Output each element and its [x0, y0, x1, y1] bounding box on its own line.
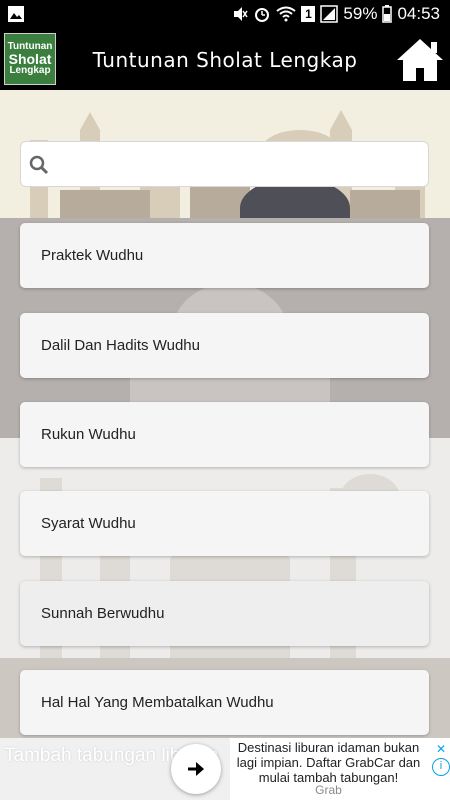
list-item[interactable]: Dalil Dan Hadits Wudhu	[20, 313, 429, 378]
ad-body-text[interactable]: Destinasi liburan idaman bukan lagi impi…	[232, 740, 425, 785]
list-item-label: Sunnah Berwudhu	[41, 605, 165, 622]
list-item[interactable]: Rukun Wudhu	[20, 402, 429, 467]
mute-icon	[234, 7, 249, 21]
app-title: Tuntunan Sholat Lengkap	[92, 48, 358, 72]
battery-percent: 59%	[343, 4, 378, 23]
arrow-right-icon	[188, 762, 204, 776]
alarm-icon	[255, 8, 270, 22]
search-bar[interactable]	[20, 141, 429, 187]
list-item-label: Hal Hal Yang Membatalkan Wudhu	[41, 694, 274, 711]
list-item[interactable]: Praktek Wudhu	[20, 223, 429, 288]
search-input[interactable]	[57, 146, 421, 184]
ad-banner[interactable]: Tambah tabungan liburan Destinasi libura…	[0, 738, 450, 800]
sim-badge: 1	[301, 6, 316, 22]
mosque-silhouette-illustration	[0, 218, 450, 738]
list-item-label: Dalil Dan Hadits Wudhu	[41, 337, 200, 354]
wifi-icon	[276, 6, 297, 22]
list-item-label: Syarat Wudhu	[41, 515, 136, 532]
ad-cta-button[interactable]	[171, 744, 221, 794]
list-item[interactable]: Hal Hal Yang Membatalkan Wudhu	[20, 670, 429, 735]
list-item[interactable]: Sunnah Berwudhu	[20, 581, 429, 646]
app-logo-line-3: Lengkap	[9, 65, 51, 76]
info-icon[interactable]: i	[432, 758, 450, 776]
list-item-label: Praktek Wudhu	[41, 247, 144, 264]
signal-icon	[320, 5, 339, 23]
gallery-notification-icon	[8, 6, 24, 22]
battery-icon	[382, 5, 393, 23]
status-bar: 1 59% 04:53	[0, 0, 450, 30]
app-logo-line-2: Sholat	[8, 51, 52, 67]
clock: 04:53	[397, 4, 440, 23]
close-icon[interactable]: ✕	[432, 740, 450, 758]
list-item-label: Rukun Wudhu	[41, 426, 136, 443]
list-background	[0, 218, 450, 738]
ad-brand: Grab	[315, 783, 342, 797]
list-item[interactable]: Syarat Wudhu	[20, 491, 429, 556]
home-icon[interactable]	[394, 36, 446, 84]
app-logo: Tuntunan Sholat Lengkap	[4, 33, 56, 85]
search-icon	[29, 155, 49, 175]
